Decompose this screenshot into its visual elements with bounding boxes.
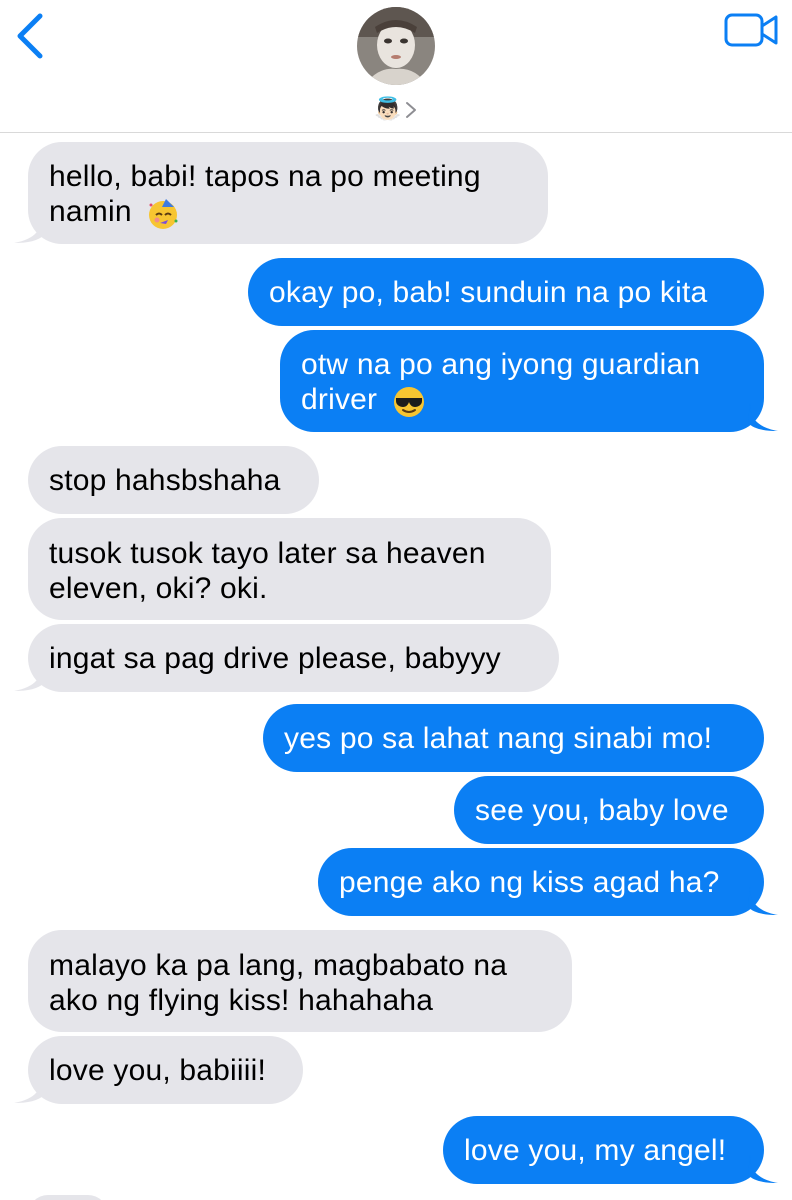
partying-face-icon bbox=[149, 198, 178, 229]
baby-angel-icon: 👼🏻 bbox=[374, 97, 402, 122]
incoming-message-partial[interactable] bbox=[28, 1195, 108, 1200]
outgoing-message[interactable]: okay po, bab! sunduin na po kita bbox=[248, 258, 764, 326]
outgoing-message[interactable]: otw na po ang iyong guardian driver bbox=[280, 330, 764, 432]
incoming-message[interactable]: hello, babi! tapos na po meeting namin bbox=[28, 142, 548, 244]
bubble-tail bbox=[748, 887, 778, 915]
contact-avatar[interactable] bbox=[357, 7, 435, 85]
chevron-left-icon bbox=[17, 13, 43, 59]
bubble-tail bbox=[14, 215, 44, 243]
incoming-message[interactable]: ingat sa pag drive please, babyyy bbox=[28, 624, 559, 692]
video-camera-icon bbox=[724, 13, 778, 47]
incoming-message[interactable]: stop hahsbshaha bbox=[28, 446, 319, 514]
back-button[interactable] bbox=[10, 10, 50, 60]
sunglasses-face-icon bbox=[393, 386, 424, 417]
outgoing-message[interactable]: love you, my angel! bbox=[443, 1116, 764, 1184]
outgoing-message[interactable]: yes po sa lahat nang sinabi mo! bbox=[263, 704, 764, 772]
conversation-header: 👼🏻 bbox=[0, 0, 792, 133]
incoming-message[interactable]: love you, babiiii! bbox=[28, 1036, 303, 1104]
bubble-tail bbox=[748, 403, 778, 431]
outgoing-message[interactable]: penge ako ng kiss agad ha? bbox=[318, 848, 764, 916]
outgoing-message[interactable]: see you, baby love bbox=[454, 776, 764, 844]
chevron-right-icon bbox=[405, 102, 416, 118]
incoming-message[interactable]: tusok tusok tayo later sa heaven eleven,… bbox=[28, 518, 551, 620]
bubble-tail bbox=[14, 1075, 44, 1103]
bubble-tail bbox=[14, 663, 44, 691]
contact-name-button[interactable]: 👼🏻 bbox=[360, 94, 432, 126]
bubble-tail bbox=[748, 1155, 778, 1183]
video-call-button[interactable] bbox=[724, 12, 780, 48]
incoming-message[interactable]: malayo ka pa lang, magbabato na ako ng f… bbox=[28, 930, 572, 1032]
message-thread[interactable]: hello, babi! tapos na po meeting namin o… bbox=[0, 133, 792, 1200]
